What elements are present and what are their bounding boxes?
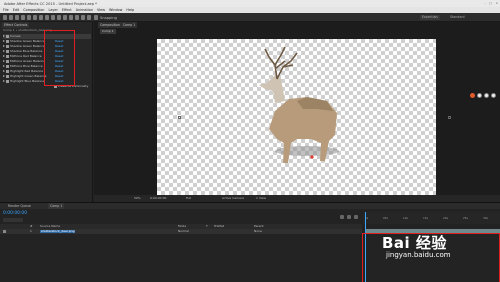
composition-viewer[interactable] bbox=[157, 39, 436, 195]
fx-toggle-icon[interactable] bbox=[6, 35, 9, 38]
stopwatch-icon[interactable] bbox=[6, 75, 9, 78]
layer-name[interactable]: shutterstock_deer.png bbox=[40, 229, 76, 233]
emoji-icon[interactable] bbox=[484, 93, 489, 98]
eraser-tool-icon[interactable] bbox=[75, 14, 79, 20]
home-tool-icon[interactable] bbox=[3, 14, 7, 20]
col-source-name[interactable]: Source Name bbox=[40, 224, 60, 229]
ruler-tick: 15s bbox=[423, 216, 429, 220]
zoom-dropdown[interactable]: 50% bbox=[134, 196, 141, 201]
window-title: Adobe After Effects CC 2015 - Untitled P… bbox=[4, 1, 97, 6]
camera-dropdown[interactable]: Active Camera bbox=[222, 196, 244, 201]
graph-editor-icon[interactable] bbox=[354, 215, 358, 219]
expand-arrow-icon[interactable] bbox=[3, 50, 5, 52]
composition-footer: 50% 0:00:00:00 Full Active Camera 1 View bbox=[94, 195, 500, 202]
camera-tool-icon[interactable] bbox=[33, 14, 37, 20]
deer-image bbox=[259, 46, 339, 163]
timeline-timecode[interactable]: 0:00:00:00 bbox=[3, 211, 27, 216]
layer-row[interactable]: 1 shutterstock_deer.png Normal None bbox=[0, 229, 362, 234]
col-t: T bbox=[206, 224, 208, 228]
clone-tool-icon[interactable] bbox=[69, 14, 73, 20]
shape-tool-icon[interactable] bbox=[45, 14, 49, 20]
highlight-box bbox=[44, 30, 75, 86]
composition-panel: Composition Comp 1 Comp 1 50% 0:00:00:00… bbox=[94, 22, 500, 202]
settings-icon[interactable] bbox=[491, 93, 496, 98]
rotate-tool-icon[interactable] bbox=[27, 14, 31, 20]
search-input[interactable] bbox=[3, 218, 23, 222]
time-ruler[interactable]: 0s 05s 10s 15s 20s 25s 30s bbox=[363, 212, 500, 224]
expand-arrow-icon[interactable] bbox=[3, 80, 5, 82]
workspace-essentials[interactable]: Essentials bbox=[420, 14, 440, 20]
current-time[interactable]: 0:00:00:00 bbox=[150, 196, 166, 201]
effect-controls-tab-label: Effect Controls bbox=[4, 23, 28, 27]
comp-subtab[interactable]: Comp 1 bbox=[100, 29, 116, 34]
anchor-point-icon bbox=[448, 116, 451, 119]
pan-behind-tool-icon[interactable] bbox=[39, 14, 43, 20]
snapping-checkbox-icon[interactable] bbox=[94, 14, 98, 20]
selection-tool-icon[interactable] bbox=[9, 14, 13, 20]
expand-arrow-icon[interactable] bbox=[3, 55, 5, 57]
ruler-tick: 10s bbox=[403, 216, 409, 220]
expand-arrow-icon[interactable] bbox=[3, 70, 5, 72]
ruler-tick: 25s bbox=[463, 216, 469, 220]
tab-comp-1[interactable]: Comp 1 bbox=[48, 203, 65, 209]
tools-panel: Snapping Essentials Standard bbox=[0, 13, 500, 22]
ruler-tick: 30s bbox=[483, 216, 489, 220]
ime-toggle-icon[interactable] bbox=[477, 93, 482, 98]
expand-arrow-icon[interactable] bbox=[3, 35, 5, 37]
ruler-tick: 05s bbox=[383, 216, 389, 220]
expand-arrow-icon[interactable] bbox=[3, 75, 5, 77]
views-dropdown[interactable]: 1 View bbox=[256, 196, 266, 201]
ruler-tick: 20s bbox=[443, 216, 449, 220]
expand-arrow-icon[interactable] bbox=[3, 60, 5, 62]
tab-render-queue[interactable]: Render Queue bbox=[6, 203, 33, 209]
brush-tool-icon[interactable] bbox=[63, 14, 67, 20]
motion-blur-icon[interactable] bbox=[340, 215, 344, 219]
effect-name: Highlight Blue Balance bbox=[10, 79, 45, 83]
timeline-tab-bar: Render Queue Comp 1 bbox=[0, 203, 500, 209]
col-mode: Mode bbox=[178, 224, 187, 228]
resolution-dropdown[interactable]: Full bbox=[186, 196, 191, 201]
puppet-tool-icon[interactable] bbox=[87, 14, 91, 20]
stopwatch-icon[interactable] bbox=[6, 55, 9, 58]
layer-index: 1 bbox=[30, 229, 32, 233]
col-trkmat: TrkMat bbox=[214, 224, 224, 228]
minimize-icon[interactable]: – bbox=[485, 1, 487, 6]
stopwatch-icon[interactable] bbox=[6, 80, 9, 83]
composition-tab-label: Composition bbox=[100, 23, 120, 27]
stopwatch-icon[interactable] bbox=[6, 45, 9, 48]
stopwatch-icon[interactable] bbox=[6, 40, 9, 43]
stopwatch-icon[interactable] bbox=[6, 65, 9, 68]
frame-blending-icon[interactable] bbox=[347, 215, 351, 219]
ae-window: Adobe After Effects CC 2015 - Untitled P… bbox=[0, 0, 500, 282]
layer-mode-dropdown[interactable]: Normal bbox=[178, 229, 189, 234]
maximize-icon[interactable]: □ bbox=[489, 1, 492, 6]
stopwatch-icon[interactable] bbox=[6, 70, 9, 73]
roto-tool-icon[interactable] bbox=[81, 14, 85, 20]
col-index: # bbox=[30, 224, 33, 228]
type-tool-icon[interactable] bbox=[57, 14, 61, 20]
col-parent: Parent bbox=[254, 224, 264, 228]
sogou-ime-icon[interactable] bbox=[470, 93, 475, 98]
expand-arrow-icon[interactable] bbox=[3, 40, 5, 42]
stopwatch-icon[interactable] bbox=[6, 50, 9, 53]
effect-controls-panel: Effect Controls Comp 1 • shutterstock_de… bbox=[0, 22, 93, 202]
composition-tab[interactable]: Composition Comp 1 bbox=[98, 22, 138, 28]
composition-name: Comp 1 bbox=[122, 23, 136, 27]
zoom-tool-icon[interactable] bbox=[21, 14, 25, 20]
baidu-watermark-logo: Bai 经验 bbox=[382, 234, 447, 252]
layer-parent-dropdown[interactable]: None bbox=[254, 229, 262, 234]
visibility-eye-icon[interactable] bbox=[3, 230, 6, 233]
expand-arrow-icon[interactable] bbox=[3, 45, 5, 47]
snapping-label: Snapping bbox=[100, 15, 117, 20]
hand-tool-icon[interactable] bbox=[15, 14, 19, 20]
pen-tool-icon[interactable] bbox=[51, 14, 55, 20]
anchor-point-icon bbox=[178, 116, 181, 119]
expand-arrow-icon[interactable] bbox=[3, 65, 5, 67]
close-icon[interactable]: × bbox=[495, 1, 498, 6]
stopwatch-icon[interactable] bbox=[6, 60, 9, 63]
baidu-watermark-url: jingyan.baidu.com bbox=[386, 251, 451, 259]
title-bar: Adobe After Effects CC 2015 - Untitled P… bbox=[0, 0, 500, 7]
workspace-standard[interactable]: Standard bbox=[448, 15, 467, 20]
